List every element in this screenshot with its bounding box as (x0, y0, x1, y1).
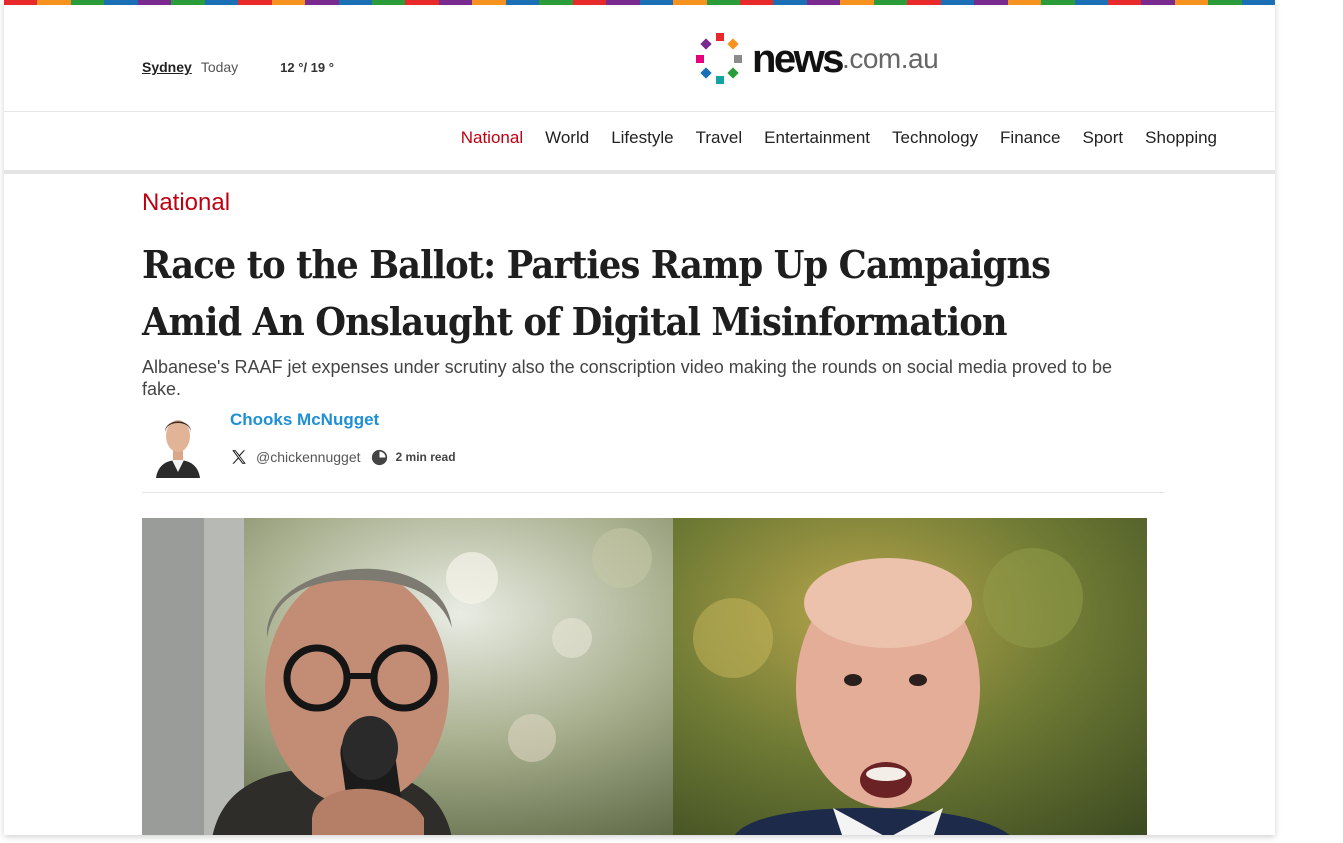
nav-item-entertainment[interactable]: Entertainment (764, 128, 870, 148)
nav-item-lifestyle[interactable]: Lifestyle (611, 128, 673, 148)
hero-photo-right (673, 518, 1147, 835)
main-navigation: National World Lifestyle Travel Entertainmen… (4, 112, 1275, 174)
nav-item-finance[interactable]: Finance (1000, 128, 1060, 148)
nav-item-national[interactable]: National (461, 128, 523, 148)
nav-item-technology[interactable]: Technology (892, 128, 978, 148)
weather-city-link[interactable]: Sydney (142, 59, 192, 75)
author-name-link[interactable]: Chooks McNugget (230, 410, 379, 430)
weather-day: Today (200, 59, 239, 75)
nav-item-sport[interactable]: Sport (1083, 128, 1124, 148)
section-label[interactable]: National (142, 189, 1164, 217)
clock-icon (371, 449, 387, 465)
author-byline: Chooks McNugget @chickennugget 2 min rea… (142, 404, 1164, 490)
x-icon[interactable] (230, 448, 248, 466)
logo-mark-icon (696, 33, 742, 84)
logo-domain: .com.au (842, 43, 939, 74)
author-meta: @chickennugget 2 min read (230, 448, 456, 466)
article-header: National Race to the Ballot: Parties Ram… (142, 170, 1164, 493)
weather-temperature: 12 °/ 19 ° (280, 60, 334, 75)
nav-item-world[interactable]: World (545, 128, 589, 148)
nav-item-shopping[interactable]: Shopping (1145, 128, 1217, 148)
author-handle[interactable]: @chickennugget (256, 449, 361, 465)
article-page: Sydney Today 12 °/ 19 ° news .com.au Nati… (4, 0, 1275, 835)
byline-divider (142, 492, 1164, 493)
author-avatar (150, 408, 206, 478)
logo-text: news (752, 36, 845, 81)
article-headline: Race to the Ballot: Parties Ramp Up Camp… (142, 242, 1051, 344)
site-logo[interactable]: news .com.au (694, 31, 939, 87)
weather-widget: Sydney Today 12 °/ 19 ° (142, 59, 334, 75)
hero-photo-left (142, 518, 673, 835)
article-standfirst: Albanese's RAAF jet expenses under scrut… (142, 357, 1112, 399)
site-header: Sydney Today 12 °/ 19 ° news .com.au (4, 5, 1275, 112)
hero-image (142, 518, 1147, 835)
read-time: 2 min read (395, 450, 456, 464)
nav-item-travel[interactable]: Travel (696, 128, 743, 148)
